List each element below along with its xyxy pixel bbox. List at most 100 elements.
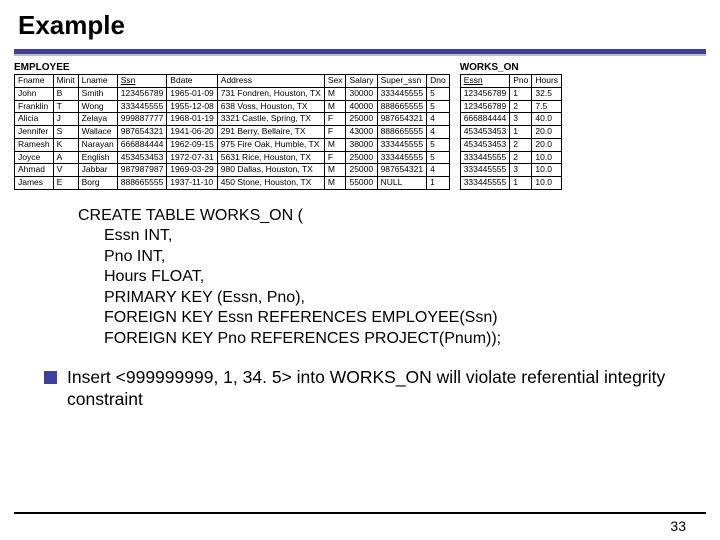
cell: English: [78, 151, 117, 164]
cell: 2: [510, 100, 532, 113]
cell: 1968-01-19: [167, 113, 217, 126]
cell: 5: [427, 100, 450, 113]
cell: 888665555: [377, 126, 427, 139]
cell: 2: [510, 138, 532, 151]
cell: 5631 Rice, Houston, TX: [217, 151, 324, 164]
employee-table: EMPLOYEE FnameMinitLnameSsnBdateAddressS…: [14, 62, 450, 190]
cell: 999887777: [117, 113, 167, 126]
cell: Jennifer: [15, 126, 54, 139]
cell: 453453453: [460, 138, 510, 151]
cell: 980 Dallas, Houston, TX: [217, 164, 324, 177]
table-row: 453453453220.0: [460, 138, 561, 151]
cell: 43000: [346, 126, 377, 139]
table-row: 333445555310.0: [460, 164, 561, 177]
cell: 333445555: [377, 87, 427, 100]
cell: 123456789: [460, 87, 510, 100]
column-header: Hours: [532, 75, 562, 88]
cell: 333445555: [117, 100, 167, 113]
table-row: RameshKNarayan6668844441962-09-15975 Fir…: [15, 138, 450, 151]
column-header: Lname: [78, 75, 117, 88]
cell: 32.5: [532, 87, 562, 100]
cell: James: [15, 177, 54, 190]
cell: 731 Fondren, Houston, TX: [217, 87, 324, 100]
cell: 10.0: [532, 151, 562, 164]
cell: F: [324, 151, 346, 164]
cell: 1: [510, 126, 532, 139]
cell: 1955-12-08: [167, 100, 217, 113]
cell: Alicia: [15, 113, 54, 126]
page-title: Example: [18, 10, 706, 41]
cell: 20.0: [532, 126, 562, 139]
cell: 333445555: [460, 164, 510, 177]
sql-line: Hours FLOAT,: [78, 267, 706, 287]
cell: Franklin: [15, 100, 54, 113]
bullet-text: Insert <999999999, 1, 34. 5> into WORKS_…: [67, 367, 694, 411]
table-header-row: FnameMinitLnameSsnBdateAddressSexSalaryS…: [15, 75, 450, 88]
footer-rule: [14, 512, 706, 514]
sql-line: Pno INT,: [78, 247, 706, 267]
cell: 453453453: [460, 126, 510, 139]
table-row: JohnBSmith1234567891965-01-09731 Fondren…: [15, 87, 450, 100]
cell: V: [53, 164, 78, 177]
cell: 123456789: [460, 100, 510, 113]
square-bullet-icon: [44, 371, 57, 384]
cell: M: [324, 87, 346, 100]
cell: 666884444: [117, 138, 167, 151]
cell: 333445555: [377, 138, 427, 151]
cell: 1965-01-09: [167, 87, 217, 100]
works-on-table: WORKS_ON EssnPnoHours 123456789132.51234…: [460, 62, 562, 190]
cell: 5: [427, 151, 450, 164]
column-header: Pno: [510, 75, 532, 88]
cell: 25000: [346, 113, 377, 126]
sql-line: FOREIGN KEY Pno REFERENCES PROJECT(Pnum)…: [78, 329, 706, 349]
cell: Narayan: [78, 138, 117, 151]
title-rule-shadow: [14, 54, 706, 56]
cell: E: [53, 177, 78, 190]
cell: 666884444: [460, 113, 510, 126]
cell: 38000: [346, 138, 377, 151]
cell: 2: [510, 151, 532, 164]
cell: F: [324, 113, 346, 126]
cell: J: [53, 113, 78, 126]
cell: M: [324, 100, 346, 113]
sql-line: CREATE TABLE WORKS_ON (: [78, 207, 303, 224]
bullet-item: Insert <999999999, 1, 34. 5> into WORKS_…: [44, 367, 694, 411]
cell: 25000: [346, 151, 377, 164]
cell: 40.0: [532, 113, 562, 126]
column-header: Minit: [53, 75, 78, 88]
cell: 10.0: [532, 164, 562, 177]
cell: 333445555: [460, 177, 510, 190]
page-number: 33: [670, 518, 686, 534]
cell: 5: [427, 138, 450, 151]
column-header: Salary: [346, 75, 377, 88]
cell: 987654321: [377, 113, 427, 126]
column-header: Fname: [15, 75, 54, 88]
column-header: Dno: [427, 75, 450, 88]
cell: 4: [427, 164, 450, 177]
column-header: Sex: [324, 75, 346, 88]
cell: 987987987: [117, 164, 167, 177]
cell: 987654321: [377, 164, 427, 177]
works-on-caption: WORKS_ON: [460, 62, 562, 74]
cell: A: [53, 151, 78, 164]
employee-caption: EMPLOYEE: [14, 62, 450, 74]
cell: Wong: [78, 100, 117, 113]
column-header: Address: [217, 75, 324, 88]
cell: 40000: [346, 100, 377, 113]
cell: 1: [510, 87, 532, 100]
cell: John: [15, 87, 54, 100]
cell: 1969-03-29: [167, 164, 217, 177]
table-row: JoyceAEnglish4534534531972-07-315631 Ric…: [15, 151, 450, 164]
cell: 4: [427, 126, 450, 139]
table-row: 453453453120.0: [460, 126, 561, 139]
sql-line: FOREIGN KEY Essn REFERENCES EMPLOYEE(Ssn…: [78, 308, 706, 328]
cell: 888665555: [117, 177, 167, 190]
cell: Borg: [78, 177, 117, 190]
cell: Zelaya: [78, 113, 117, 126]
cell: 291 Berry, Bellaire, TX: [217, 126, 324, 139]
sql-line: PRIMARY KEY (Essn, Pno),: [78, 288, 706, 308]
tables-area: EMPLOYEE FnameMinitLnameSsnBdateAddressS…: [14, 62, 706, 190]
cell: 3: [510, 164, 532, 177]
column-header: Super_ssn: [377, 75, 427, 88]
table-row: JenniferSWallace9876543211941-06-20291 B…: [15, 126, 450, 139]
